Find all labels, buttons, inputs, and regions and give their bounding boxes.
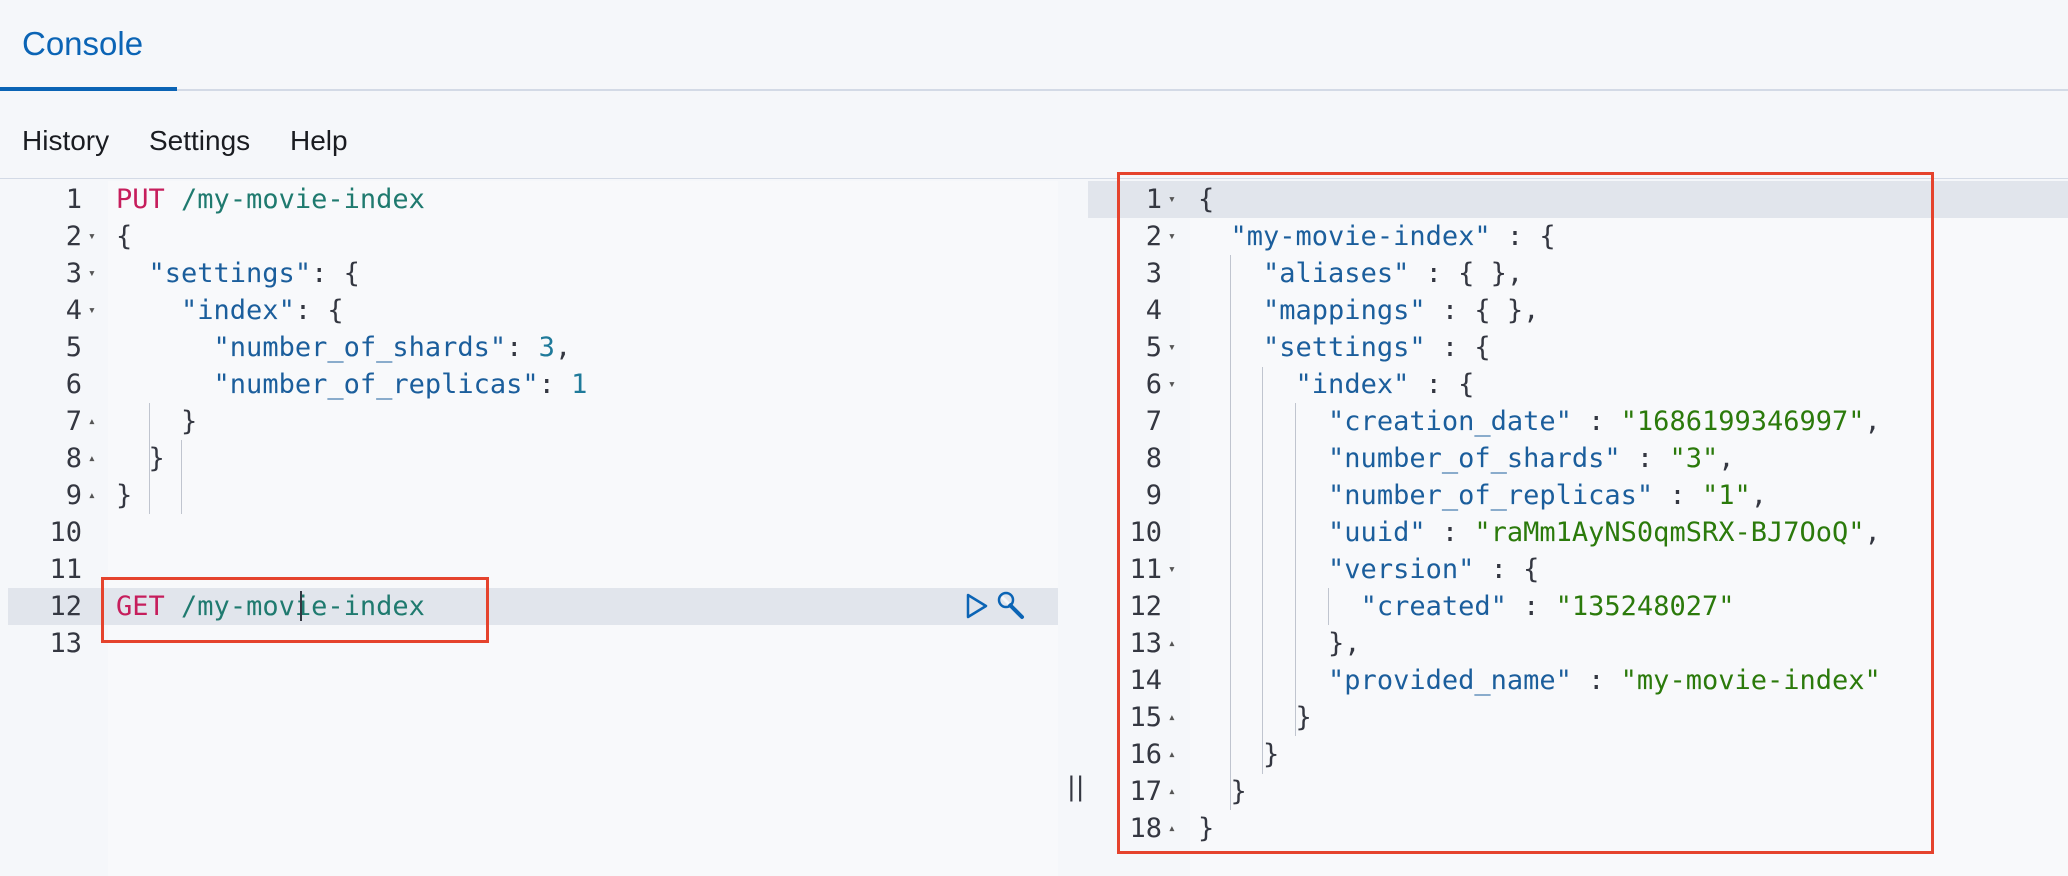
fold-expand-icon[interactable]: ▴ bbox=[88, 440, 96, 477]
indent-guide bbox=[181, 440, 182, 514]
line-number: 3 bbox=[65, 258, 82, 289]
code-text: { bbox=[116, 218, 132, 255]
console-menu-bar: History Settings Help bbox=[0, 91, 2068, 179]
tab-console[interactable]: Console bbox=[0, 0, 177, 91]
line-number: 4 bbox=[65, 295, 82, 326]
line-number: 12 bbox=[49, 591, 82, 622]
token-key: "settings" bbox=[148, 258, 312, 289]
token-num: 1 bbox=[571, 369, 588, 400]
token-key: "index" bbox=[181, 295, 295, 326]
fold-collapse-icon[interactable]: ▾ bbox=[88, 255, 96, 292]
code-line[interactable]: 4 ▾ "index": { bbox=[8, 292, 1058, 329]
token-plain: : bbox=[506, 332, 539, 363]
code-text: "number_of_replicas": 1 bbox=[116, 366, 588, 403]
token-key: "number_of_shards" bbox=[213, 332, 507, 363]
token-plain: : bbox=[538, 369, 572, 400]
code-text: } bbox=[116, 477, 132, 514]
code-line[interactable]: 6 "number_of_replicas": 1 bbox=[8, 366, 1058, 403]
play-icon[interactable] bbox=[966, 593, 988, 619]
token-plain: } bbox=[116, 443, 165, 474]
line-number: 6 bbox=[65, 369, 82, 400]
code-text: PUT /my-movie-index bbox=[116, 181, 425, 218]
code-line[interactable]: 9 ▴} bbox=[8, 477, 1058, 514]
code-text: } bbox=[116, 403, 197, 440]
code-line[interactable]: 5 "number_of_shards": 3, bbox=[8, 329, 1058, 366]
token-plain: : { bbox=[311, 258, 360, 289]
code-line[interactable]: 7 ▴ } bbox=[8, 403, 1058, 440]
code-text: } bbox=[116, 440, 165, 477]
line-number: 1 bbox=[65, 184, 82, 215]
code-text: "settings": { bbox=[116, 255, 360, 292]
response-highlight-box bbox=[1117, 172, 1934, 854]
line-number: 10 bbox=[49, 517, 82, 548]
menu-history[interactable]: History bbox=[22, 125, 109, 157]
wrench-icon[interactable] bbox=[997, 591, 1024, 619]
fold-expand-icon[interactable]: ▴ bbox=[88, 403, 96, 440]
token-key: "number_of_replicas" bbox=[213, 369, 539, 400]
token-plain: : { bbox=[294, 295, 344, 326]
top-tab-bar: Console bbox=[0, 0, 2068, 91]
token-plain: { bbox=[116, 221, 133, 252]
token-plain: , bbox=[554, 332, 572, 363]
request-actions bbox=[960, 587, 1030, 625]
request-highlight-box bbox=[101, 577, 489, 643]
code-text: "number_of_shards": 3, bbox=[116, 329, 572, 366]
line-number: 8 bbox=[65, 443, 82, 474]
line-number: 7 bbox=[65, 406, 82, 437]
code-line[interactable]: 8 ▴ } bbox=[8, 440, 1058, 477]
resize-handle[interactable]: || bbox=[1067, 772, 1085, 802]
token-method: PUT bbox=[116, 184, 165, 215]
code-line[interactable]: 2 ▾ { bbox=[8, 218, 1058, 255]
menu-help[interactable]: Help bbox=[290, 125, 348, 157]
menu-settings[interactable]: Settings bbox=[149, 125, 250, 157]
indent-guide bbox=[149, 440, 150, 477]
token-plain: } bbox=[116, 480, 133, 511]
code-line[interactable]: 10 bbox=[8, 514, 1058, 551]
fold-collapse-icon[interactable]: ▾ bbox=[88, 218, 96, 255]
token-plain: } bbox=[116, 406, 198, 437]
code-line[interactable]: 3 ▾ "settings": { bbox=[8, 255, 1058, 292]
line-number: 9 bbox=[65, 480, 82, 511]
line-number: 11 bbox=[49, 554, 82, 585]
code-text: "index": { bbox=[116, 292, 344, 329]
fold-expand-icon[interactable]: ▴ bbox=[88, 477, 96, 514]
fold-collapse-icon[interactable]: ▾ bbox=[88, 292, 96, 329]
line-number: 2 bbox=[65, 221, 82, 252]
line-number: 13 bbox=[49, 628, 82, 659]
token-path: /my-movie-index bbox=[181, 184, 425, 215]
request-editor[interactable]: 1 PUT /my-movie-index 2 ▾{3 ▾ "settings": {4… bbox=[8, 181, 1058, 876]
code-line[interactable]: 1 PUT /my-movie-index bbox=[8, 181, 1058, 218]
line-number: 5 bbox=[65, 332, 82, 363]
token-num: 3 bbox=[538, 332, 555, 363]
